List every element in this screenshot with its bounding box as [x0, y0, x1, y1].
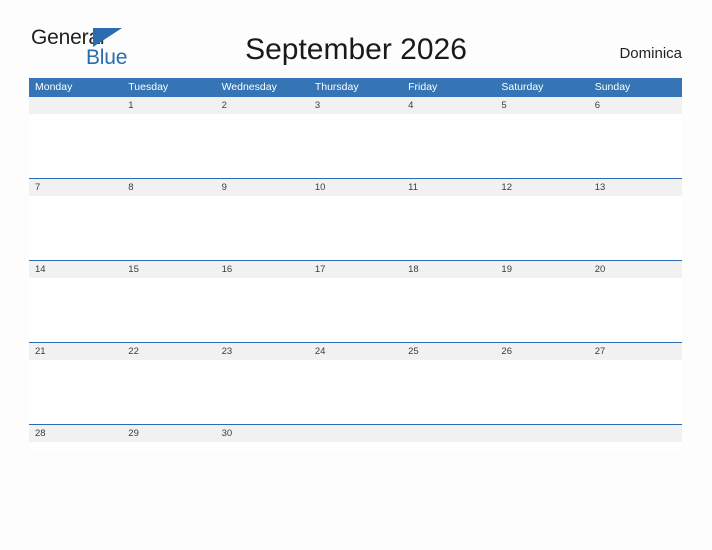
day-cell[interactable]: 11 [402, 179, 495, 196]
calendar: Monday Tuesday Wednesday Thursday Friday… [29, 78, 682, 450]
day-cell[interactable]: 15 [122, 261, 215, 278]
week-date-band: 7 8 9 10 11 12 13 [29, 179, 682, 196]
day-cell[interactable]: 30 [216, 425, 309, 442]
day-cell[interactable]: 12 [495, 179, 588, 196]
day-cell[interactable]: 14 [29, 261, 122, 278]
day-cell[interactable]: 23 [216, 343, 309, 360]
week-date-band: 14 15 16 17 18 19 20 [29, 261, 682, 278]
week-row: 21 22 23 24 25 26 27 [29, 342, 682, 424]
day-cell[interactable]: 18 [402, 261, 495, 278]
day-cell[interactable]: 16 [216, 261, 309, 278]
day-cell[interactable]: 27 [589, 343, 682, 360]
day-cell[interactable]: 8 [122, 179, 215, 196]
weekday-header-row: Monday Tuesday Wednesday Thursday Friday… [29, 78, 682, 97]
day-cell[interactable]: 9 [216, 179, 309, 196]
page-header: General Blue September 2026 Dominica [0, 0, 712, 68]
day-cell[interactable] [589, 425, 682, 442]
day-cell[interactable] [495, 425, 588, 442]
page-title: September 2026 [245, 33, 467, 66]
day-cell[interactable]: 25 [402, 343, 495, 360]
week-row: 7 8 9 10 11 12 13 [29, 178, 682, 260]
day-cell[interactable]: 13 [589, 179, 682, 196]
week-row: 1 2 3 4 5 6 [29, 97, 682, 178]
weekday-header-tuesday: Tuesday [128, 81, 169, 93]
week-row: 28 29 30 [29, 424, 682, 450]
day-cell[interactable] [402, 425, 495, 442]
day-cell[interactable]: 28 [29, 425, 122, 442]
day-cell[interactable]: 17 [309, 261, 402, 278]
day-cell[interactable]: 20 [589, 261, 682, 278]
week-date-band: 28 29 30 [29, 425, 682, 442]
day-cell[interactable]: 29 [122, 425, 215, 442]
weekday-header-wednesday: Wednesday [221, 81, 277, 93]
day-cell[interactable]: 21 [29, 343, 122, 360]
week-body [29, 360, 682, 424]
day-cell[interactable]: 6 [589, 97, 682, 114]
day-cell[interactable]: 4 [402, 97, 495, 114]
day-cell[interactable]: 10 [309, 179, 402, 196]
weekday-header-sunday: Sunday [594, 81, 631, 93]
week-body [29, 278, 682, 342]
day-cell[interactable] [309, 425, 402, 442]
day-cell[interactable]: 24 [309, 343, 402, 360]
day-cell[interactable]: 3 [309, 97, 402, 114]
week-row: 14 15 16 17 18 19 20 [29, 260, 682, 342]
weekday-header-thursday: Thursday [314, 81, 359, 93]
day-cell[interactable]: 7 [29, 179, 122, 196]
country-label: Dominica [619, 45, 682, 62]
day-cell[interactable]: 26 [495, 343, 588, 360]
day-cell[interactable] [29, 97, 122, 114]
day-cell[interactable]: 2 [216, 97, 309, 114]
day-cell[interactable]: 22 [122, 343, 215, 360]
week-body [29, 442, 682, 450]
weekday-header-friday: Friday [408, 81, 438, 93]
week-body [29, 196, 682, 260]
day-cell[interactable]: 19 [495, 261, 588, 278]
day-cell[interactable]: 1 [122, 97, 215, 114]
week-date-band: 21 22 23 24 25 26 27 [29, 343, 682, 360]
day-cell[interactable]: 5 [495, 97, 588, 114]
weekday-header-saturday: Saturday [501, 81, 544, 93]
week-date-band: 1 2 3 4 5 6 [29, 97, 682, 114]
weekday-header-monday: Monday [35, 81, 73, 93]
week-body [29, 114, 682, 178]
